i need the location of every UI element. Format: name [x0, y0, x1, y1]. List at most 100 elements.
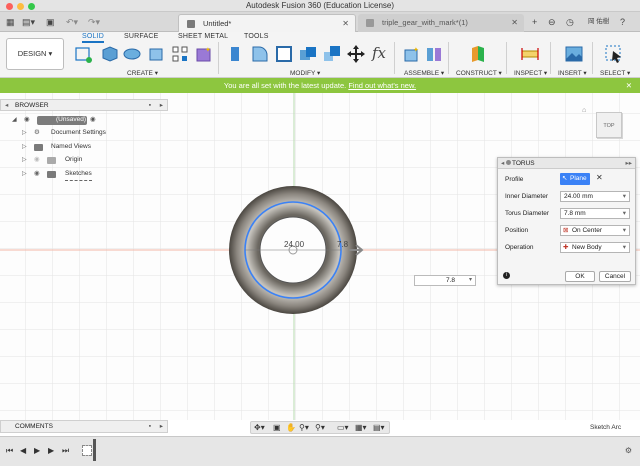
play-icon[interactable]: ▶ [34, 446, 40, 455]
create-group-label[interactable]: CREATE ▾ [127, 69, 158, 77]
fit-icon[interactable]: ⚲▾ [315, 423, 325, 432]
expand-triangle-icon[interactable]: ▷ [22, 141, 27, 153]
inspect-group-label[interactable]: INSPECT ▾ [514, 69, 547, 77]
viewports-icon[interactable]: ▤▾ [373, 423, 385, 432]
dropdown-arrow-icon[interactable]: ▾ [623, 226, 626, 236]
clear-selection-icon[interactable]: ✕ [596, 173, 603, 182]
insert-image-icon[interactable] [564, 44, 584, 64]
browser-root-item[interactable]: ◢ ◉ (Unsaved) ◉ [0, 114, 168, 126]
offset-plane-icon[interactable] [468, 44, 488, 64]
whats-new-link[interactable]: Find out what's new. [348, 81, 416, 90]
look-at-icon[interactable]: ▣ [273, 423, 281, 432]
operation-select[interactable]: ✚ New Body ▾ [560, 242, 630, 253]
collapse-icon[interactable]: ◂ [5, 100, 8, 111]
app-grid-icon[interactable]: ▦ [6, 17, 15, 27]
redo-icon[interactable]: ↷▾ [88, 17, 100, 27]
close-tab-icon[interactable]: ✕ [342, 15, 349, 33]
grid-settings-icon[interactable]: ▦▾ [355, 423, 367, 432]
combine-icon[interactable] [298, 44, 318, 64]
expand-triangle-icon[interactable]: ▷ [22, 154, 27, 166]
step-back-icon[interactable]: ◀ [20, 446, 26, 455]
visibility-eye-icon[interactable]: ◉ [24, 114, 30, 126]
maximize-window-button[interactable] [28, 3, 35, 10]
pattern-icon[interactable] [170, 44, 190, 64]
tab-sheet-metal[interactable]: SHEET METAL [178, 33, 228, 40]
activate-radio-icon[interactable]: ◉ [90, 114, 96, 126]
visibility-eye-icon[interactable]: ◉ [34, 154, 40, 166]
zoom-icon[interactable]: ⚲▾ [299, 423, 309, 432]
collapse-icon[interactable]: ◂ [501, 158, 504, 169]
parameters-fx-icon[interactable]: fx [372, 44, 386, 62]
pin-icon[interactable]: ▪ [149, 421, 151, 433]
close-tab-icon[interactable]: ✕ [511, 14, 518, 32]
orbit-icon[interactable]: ✥▾ [254, 423, 265, 432]
expand-triangle-icon[interactable]: ▷ [22, 168, 27, 180]
inner-diameter-dim[interactable]: 24.00 [284, 240, 304, 249]
tab-triple-gear[interactable]: triple_gear_with_mark*(1) ✕ [358, 14, 524, 32]
data-panel-icon[interactable]: ⊖ [548, 17, 556, 27]
timeline-marker[interactable] [93, 439, 96, 461]
inner-diameter-input[interactable]: 24.00 mm ▾ [560, 191, 630, 202]
joint-icon[interactable] [424, 44, 444, 64]
home-view-icon[interactable]: ⌂ [582, 107, 586, 114]
tab-untitled[interactable]: Untitled* ✕ [178, 14, 356, 32]
move-icon[interactable] [346, 44, 366, 64]
construct-group-label[interactable]: CONSTRUCT ▾ [456, 69, 502, 77]
browser-item-origin[interactable]: ▷ ◉ Origin [0, 154, 168, 166]
insert-group-label[interactable]: INSERT ▾ [558, 69, 587, 77]
close-banner-icon[interactable]: ✕ [626, 78, 632, 93]
measure-icon[interactable] [520, 44, 540, 64]
torus-diameter-dim[interactable]: 7.8 [337, 240, 348, 249]
browser-item-named-views[interactable]: ▷ Named Views [0, 141, 168, 153]
expand-triangle-icon[interactable]: ▷ [22, 127, 27, 139]
save-icon[interactable]: ▣ [46, 17, 55, 27]
dropdown-arrow-icon[interactable]: ▾ [623, 243, 626, 253]
panel-toggle-icon[interactable]: ▸ [160, 100, 163, 111]
browser-item-document-settings[interactable]: ▷ ⚙ Document Settings [0, 127, 168, 139]
workspace-switcher[interactable]: DESIGN ▾ [6, 38, 64, 70]
visibility-eye-icon[interactable]: ◉ [34, 168, 40, 180]
select-group-label[interactable]: SELECT ▾ [600, 69, 630, 77]
new-tab-icon[interactable]: + [532, 17, 537, 27]
dropdown-arrow-icon[interactable]: ▾ [469, 276, 472, 283]
expand-triangle-icon[interactable]: ◢ [12, 114, 17, 126]
press-pull-icon[interactable] [226, 44, 246, 64]
torus-diameter-input[interactable]: 7.8 mm ▾ [560, 208, 630, 219]
revolve-icon[interactable] [122, 44, 142, 64]
pin-icon[interactable]: ▪ [149, 100, 151, 111]
modify-group-label[interactable]: MODIFY ▾ [290, 69, 320, 77]
clock-icon[interactable]: ◷ [566, 17, 574, 27]
assemble-group-label[interactable]: ASSEMBLE ▾ [404, 69, 444, 77]
user-name[interactable]: 岡 佑樹 [588, 17, 609, 27]
timeline-settings-icon[interactable]: ⚙ [625, 446, 632, 455]
go-to-end-icon[interactable]: ⏭ [62, 446, 69, 456]
panel-toggle-icon[interactable]: ▸ [160, 421, 163, 433]
close-window-button[interactable] [6, 3, 13, 10]
help-icon[interactable]: ? [620, 17, 625, 27]
box-icon[interactable] [146, 44, 166, 64]
display-settings-icon[interactable]: ▭▾ [337, 423, 349, 432]
shell-icon[interactable] [274, 44, 294, 64]
tab-tools[interactable]: TOOLS [244, 33, 269, 40]
ok-button[interactable]: OK [565, 271, 595, 282]
pan-icon[interactable]: ✋ [286, 423, 296, 432]
fillet-icon[interactable] [250, 44, 270, 64]
create-sketch-icon[interactable] [74, 44, 94, 64]
undo-icon[interactable]: ↶▾ [66, 17, 78, 27]
file-menu-icon[interactable]: ▤▾ [22, 17, 35, 27]
expand-icon[interactable]: ▸▸ [625, 158, 632, 169]
minimize-window-button[interactable] [17, 3, 24, 10]
position-select[interactable]: ⊠ On Center ▾ [560, 225, 630, 236]
torus-create-icon[interactable]: ✦ [194, 44, 214, 64]
tab-surface[interactable]: SURFACE [124, 33, 158, 40]
dialog-header[interactable]: ◂ TORUS ▸▸ [498, 158, 635, 169]
browser-panel-header[interactable]: ◂ BROWSER ▪ ▸ [0, 99, 168, 111]
cancel-button[interactable]: Cancel [599, 271, 631, 282]
canvas-value-input[interactable]: 7.8 ▾ [414, 275, 476, 286]
step-forward-icon[interactable]: ▶ [48, 446, 54, 455]
dropdown-arrow-icon[interactable]: ▾ [623, 192, 626, 202]
profile-selection-button[interactable]: ↖ Plane [560, 173, 590, 185]
dropdown-arrow-icon[interactable]: ▾ [623, 209, 626, 219]
comments-panel-header[interactable]: COMMENTS ▪ ▸ [0, 420, 168, 433]
scale-icon[interactable] [322, 44, 342, 64]
